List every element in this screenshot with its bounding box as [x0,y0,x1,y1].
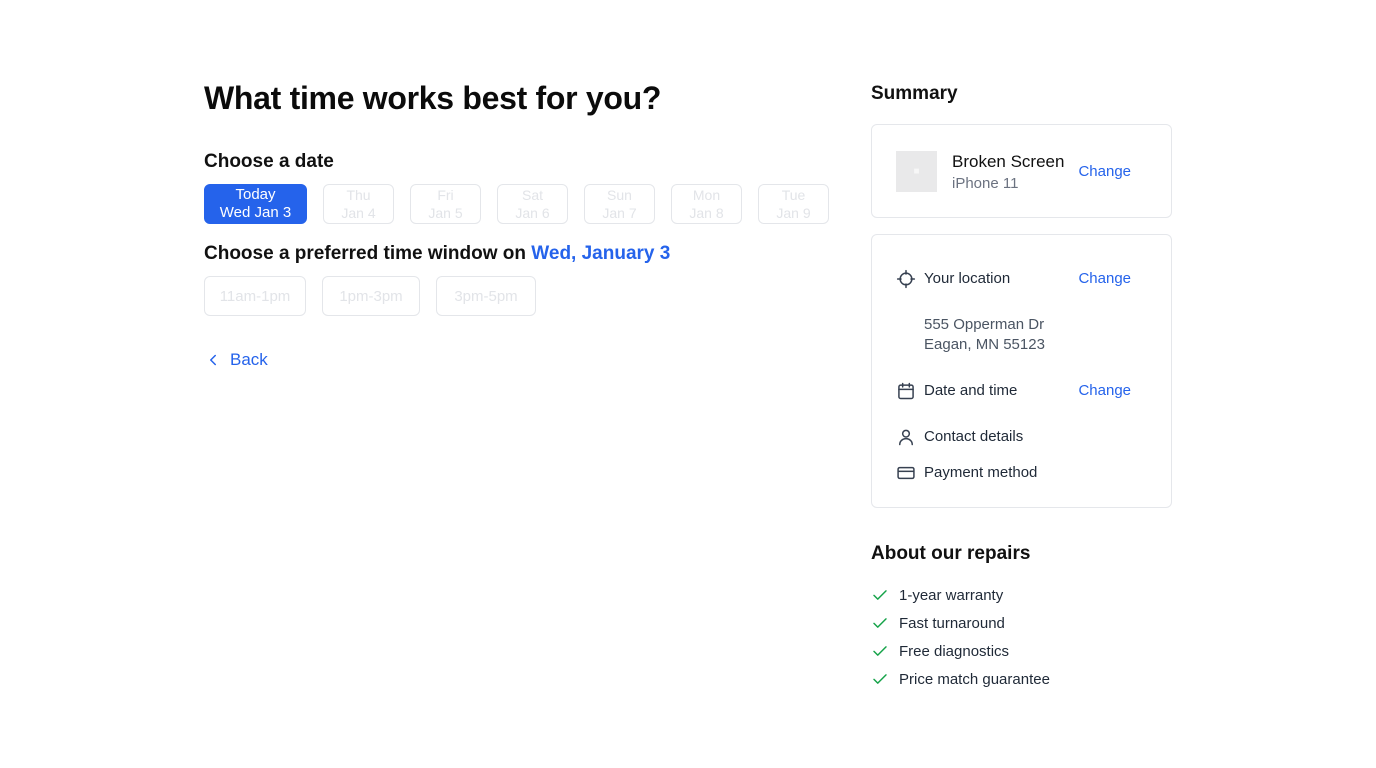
check-icon [873,618,887,628]
page-title: What time works best for you? [204,80,662,116]
check-icon [873,646,887,656]
about-item-text: Price match guarantee [899,670,1050,688]
chevron-left-icon [210,354,216,366]
about-repairs-list: 1-year warranty Fast turnaround Free dia… [871,581,1050,693]
device-model: iPhone 11 [952,175,1019,192]
change-datetime-button[interactable]: Change [1078,382,1131,400]
crosshair-icon [896,269,916,289]
date-option-thu[interactable]: Thu Jan 4 [323,184,394,224]
date-option-mon[interactable]: Mon Jan 8 [671,184,742,224]
payment-method-label: Payment method [924,464,1038,481]
your-location-label: Your location [924,270,1011,287]
date-option-day: Thu [346,187,371,203]
about-item-text: 1-year warranty [899,586,1004,604]
choose-time-label-prefix: Choose a preferred time window on [204,243,526,264]
date-option-date: Jan 7 [602,205,637,221]
device-summary-card: ■ Broken Screen iPhone 11 Change [871,124,1172,218]
date-option-date: Jan 8 [689,205,724,221]
time-window-option[interactable]: 3pm-5pm [436,276,536,316]
date-option-day: Fri [437,187,454,203]
date-option-today[interactable]: Today Wed Jan 3 [204,184,307,224]
person-icon [899,429,913,446]
list-item: Free diagnostics [871,637,1050,665]
calendar-icon [898,382,914,400]
choose-date-label: Choose a date [204,151,334,172]
date-option-day: Today [235,186,276,203]
date-and-time-label: Date and time [924,382,1018,399]
time-window-option[interactable]: 11am-1pm [204,276,306,316]
list-item: Fast turnaround [871,609,1050,637]
date-option-day: Mon [692,187,721,203]
date-selector: Today Wed Jan 3 Thu Jan 4 Fri Jan 5 Sat … [204,184,829,224]
repair-type: Broken Screen [952,152,1065,171]
about-repairs-title: About our repairs [871,543,1031,564]
check-icon [873,674,887,684]
about-item-text: Free diagnostics [899,642,1010,660]
date-option-day: Tue [781,187,806,203]
about-item-text: Fast turnaround [899,614,1005,632]
change-location-button[interactable]: Change [1078,270,1131,288]
back-button[interactable]: Back [204,348,268,372]
address-line2: Eagan, MN 55123 [924,336,1045,353]
date-option-sun[interactable]: Sun Jan 7 [584,184,655,224]
date-option-date: Jan 5 [428,205,463,221]
selected-date-text: Wed, January 3 [531,243,671,264]
contact-details-label: Contact details [924,428,1024,445]
date-option-day: Sat [521,187,543,203]
check-icon [873,590,887,600]
device-thumbnail: ■ [896,151,937,192]
list-item: Price match guarantee [871,665,1050,693]
date-option-date: Jan 9 [776,205,811,221]
date-option-date: Jan 6 [515,205,550,221]
list-item: 1-year warranty [871,581,1050,609]
change-device-button[interactable]: Change [1078,163,1131,181]
choose-time-label: Choose a preferred time window on Wed, J… [204,243,670,265]
date-option-date: Wed Jan 3 [219,204,292,221]
appointment-details-card: Your location Change 555 Opperman Dr Eag… [871,234,1172,508]
summary-title: Summary [871,83,958,104]
date-option-day: Sun [607,187,632,203]
credit-card-icon [897,466,915,480]
time-window-option[interactable]: 1pm-3pm [322,276,420,316]
date-option-tue[interactable]: Tue Jan 9 [758,184,829,224]
date-option-fri[interactable]: Fri Jan 5 [410,184,481,224]
time-window-selector: 11am-1pm 1pm-3pm 3pm-5pm [204,276,536,316]
address-line1: 555 Opperman Dr [924,316,1045,333]
back-label: Back [230,350,268,369]
date-option-date: Jan 4 [341,205,376,221]
date-option-sat[interactable]: Sat Jan 6 [497,184,568,224]
